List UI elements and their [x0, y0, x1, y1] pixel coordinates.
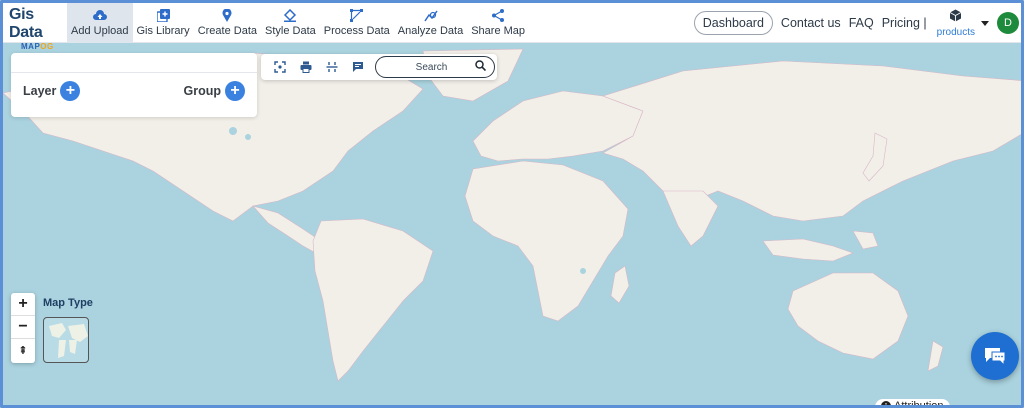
brand-subtitle: MAPOG	[21, 41, 54, 51]
library-add-icon	[156, 9, 170, 23]
map-type-thumbnail[interactable]	[43, 317, 89, 363]
nav-style-data-label: Style Data	[265, 24, 316, 37]
pricing-link[interactable]: Pricing |	[882, 16, 927, 30]
paint-bucket-icon	[283, 9, 297, 23]
share-icon	[491, 9, 505, 23]
reset-north-button[interactable]: ⇞	[11, 339, 35, 362]
nav-gis-library-label: Gis Library	[136, 24, 190, 37]
nav-analyze-data[interactable]: Analyze Data	[394, 3, 467, 43]
fullscreen-icon	[274, 61, 286, 73]
contact-link[interactable]: Contact us	[781, 16, 841, 30]
avatar[interactable]: D	[997, 12, 1019, 34]
comment-icon	[353, 62, 363, 72]
map-pin-icon	[220, 9, 234, 23]
nav-process-data-label: Process Data	[323, 24, 390, 37]
attribution-label: Attribution	[894, 400, 944, 408]
nav-style-data[interactable]: Style Data	[261, 3, 320, 43]
nav-share-map-label: Share Map	[471, 24, 526, 37]
map-thumbnail-icon	[49, 323, 88, 358]
layer-panel: Layer + Group +	[11, 53, 257, 117]
zoom-in-button[interactable]: +	[11, 293, 35, 316]
map-toolbar: Search	[261, 54, 497, 80]
print-icon	[300, 61, 312, 73]
layer-section: Layer +	[23, 81, 81, 101]
nav-create-data-label: Create Data	[197, 24, 257, 37]
group-section: Group +	[183, 81, 245, 101]
measure-icon	[326, 62, 338, 72]
app-frame: Gis Data MAPOG Add Upload Gis Library Cr…	[0, 0, 1024, 408]
products-label: products	[936, 26, 975, 38]
layer-panel-header	[11, 53, 257, 73]
attribution-button[interactable]: i Attribution	[875, 399, 950, 408]
nav-analyze-data-label: Analyze Data	[397, 24, 464, 37]
print-button[interactable]	[293, 57, 319, 77]
top-navbar: Gis Data MAPOG Add Upload Gis Library Cr…	[3, 3, 1021, 51]
products-menu[interactable]: products	[937, 9, 975, 38]
brand-logo[interactable]: Gis Data MAPOG	[3, 3, 67, 51]
zoom-out-button[interactable]: −	[11, 316, 35, 339]
nav-add-upload-label: Add Upload	[71, 24, 129, 37]
group-label: Group	[183, 84, 222, 98]
chat-icon	[985, 348, 1006, 366]
comment-button[interactable]	[345, 57, 371, 77]
zoom-control: + − ⇞	[11, 293, 35, 363]
map-type-label: Map Type	[43, 297, 93, 309]
nav-process-data[interactable]: Process Data	[320, 3, 394, 43]
cloud-upload-icon	[92, 9, 107, 23]
add-layer-button[interactable]: +	[60, 81, 81, 101]
nav-right: Dashboard Contact us FAQ Pricing | produ…	[693, 3, 1021, 43]
nav-share-map[interactable]: Share Map	[467, 3, 529, 43]
search-input[interactable]: Search	[375, 56, 495, 78]
brand-title: Gis Data	[9, 5, 43, 41]
layer-label: Layer	[23, 84, 57, 98]
nav-create-data[interactable]: Create Data	[194, 3, 261, 43]
nav-gis-library[interactable]: Gis Library	[133, 3, 194, 43]
add-group-button[interactable]: +	[225, 81, 245, 101]
process-nodes-icon	[350, 9, 364, 23]
analyze-icon	[423, 9, 438, 23]
chat-button[interactable]	[971, 332, 1019, 380]
cube-icon	[949, 9, 962, 27]
search-icon[interactable]	[475, 58, 487, 76]
dashboard-button[interactable]: Dashboard	[693, 11, 773, 35]
measure-button[interactable]	[319, 57, 345, 77]
faq-link[interactable]: FAQ	[849, 16, 874, 30]
nav-add-upload[interactable]: Add Upload	[67, 3, 133, 43]
fullscreen-button[interactable]	[267, 57, 293, 77]
chevron-down-icon[interactable]	[981, 20, 989, 26]
info-icon: i	[881, 401, 891, 405]
search-placeholder: Search	[415, 61, 448, 73]
